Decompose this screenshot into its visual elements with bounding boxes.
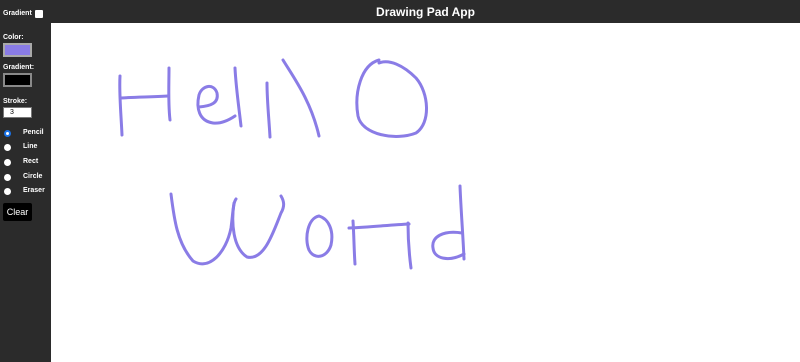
sketch-stroke — [233, 66, 243, 128]
sketch-stroke — [169, 192, 238, 266]
sketch-stroke — [458, 184, 466, 261]
sketch-stroke — [355, 58, 428, 138]
sketch-stroke — [305, 214, 334, 258]
color-label: Color: — [3, 34, 24, 41]
sketch-stroke — [196, 85, 237, 125]
sketch-stroke — [119, 94, 170, 100]
tool-label: Rect — [23, 158, 39, 165]
page-title: Drawing Pad App — [376, 4, 475, 19]
sketch-stroke — [281, 58, 321, 138]
drawing-surface[interactable] — [51, 23, 800, 362]
tool-option-rect[interactable]: Rect — [4, 157, 50, 169]
tool-label: Eraser — [23, 187, 45, 194]
tool-label: Circle — [23, 173, 43, 180]
stroke-width-input[interactable]: 3 — [3, 107, 32, 118]
sketch-stroke — [265, 81, 272, 139]
tool-option-line[interactable]: Line — [4, 142, 50, 154]
app-header: Drawing Pad App — [51, 0, 800, 23]
color-picker[interactable] — [3, 43, 32, 57]
circle-radio[interactable] — [4, 174, 11, 181]
rect-radio[interactable] — [4, 159, 11, 166]
tool-label: Line — [23, 143, 38, 150]
stroke-label: Stroke: — [3, 98, 28, 105]
sketch-stroke — [406, 221, 413, 270]
pencil-radio[interactable] — [4, 130, 11, 137]
gradient-color-label: Gradient: — [3, 64, 35, 71]
gradient-checkbox[interactable] — [35, 10, 43, 18]
gradient-color-picker[interactable] — [3, 73, 32, 87]
gradient-toggle-label: Gradient — [3, 10, 32, 17]
clear-button[interactable]: Clear — [3, 203, 32, 221]
sketch-stroke — [167, 66, 172, 122]
sketch-stroke — [431, 230, 466, 261]
sketch-stroke — [118, 74, 124, 137]
drawing-canvas[interactable] — [51, 23, 800, 362]
line-radio[interactable] — [4, 144, 11, 151]
sketch-stroke — [347, 222, 411, 230]
eraser-radio[interactable] — [4, 188, 11, 195]
tool-option-eraser[interactable]: Eraser — [4, 186, 50, 198]
tool-option-circle[interactable]: Circle — [4, 172, 50, 184]
tool-option-pencil[interactable]: Pencil — [4, 128, 50, 140]
sidebar: Gradient Color: Gradient: Stroke: 3 Penc… — [0, 0, 51, 362]
sketch-stroke — [231, 194, 286, 259]
tool-label: Pencil — [23, 129, 44, 136]
